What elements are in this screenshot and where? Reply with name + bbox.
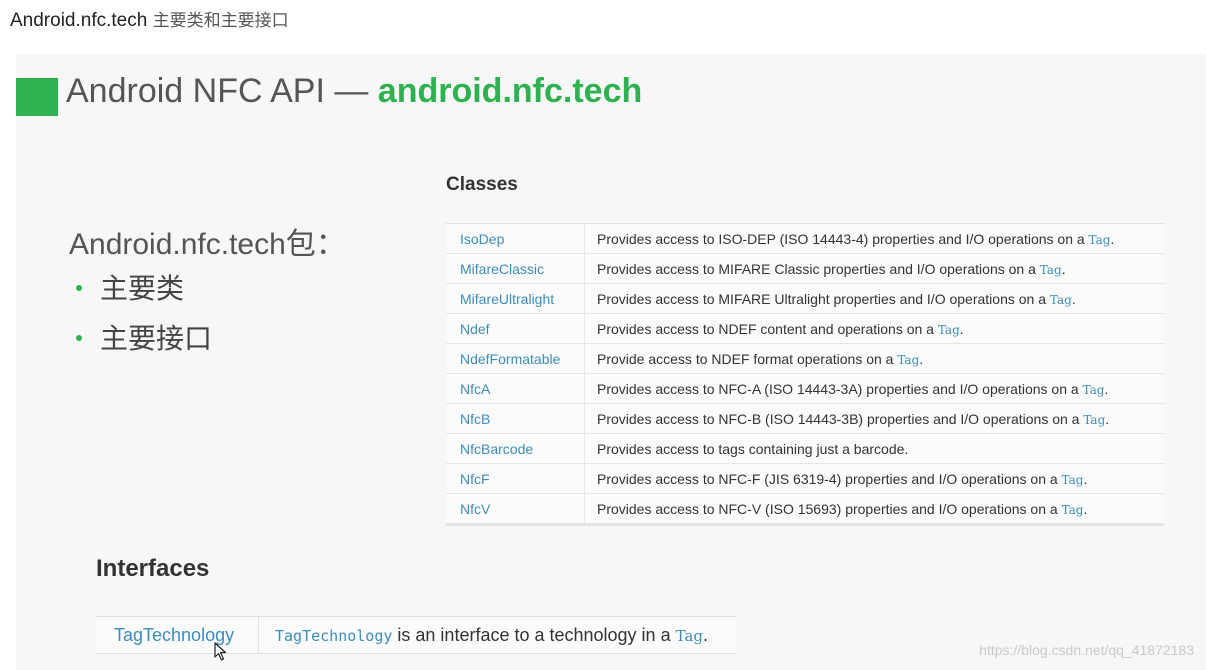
table-row: NfcB Provides access to NFC-B (ISO 14443-… bbox=[446, 403, 1164, 434]
article-heading: Android.nfc.tech 主要类和主要接口 bbox=[10, 6, 289, 32]
watermark: https://blog.csdn.net/qq_41872183 bbox=[979, 642, 1194, 658]
class-description-end: . bbox=[1104, 380, 1109, 397]
class-description: Provides access to MIFARE Ultralight pro… bbox=[584, 283, 1164, 314]
class-description-end: . bbox=[959, 320, 964, 337]
class-description: Provides access to MIFARE Classic proper… bbox=[584, 253, 1164, 284]
tag-link[interactable]: Tag bbox=[1083, 413, 1105, 427]
table-row: MifareUltralight Provides access to MIFAR… bbox=[446, 283, 1164, 314]
class-description-text: Provides access to MIFARE Ultralight pro… bbox=[597, 290, 1050, 307]
bullet-text: 主要接口 bbox=[100, 323, 213, 354]
slide-title-package: android.nfc.tech bbox=[377, 72, 643, 110]
tag-link[interactable]: Tag bbox=[1083, 383, 1105, 397]
interface-name-link[interactable]: TagTechnology bbox=[96, 616, 259, 654]
slide-title: Android NFC API — android.nfc.tech bbox=[66, 72, 642, 111]
class-description-end: . bbox=[1110, 230, 1115, 247]
class-description: Provides access to NFC-B (ISO 14443-3B) … bbox=[584, 403, 1164, 434]
class-description-text: Provides access to MIFARE Classic proper… bbox=[597, 260, 1040, 277]
table-row: NfcA Provides access to NFC-A (ISO 14443-… bbox=[446, 373, 1164, 404]
class-description-end: . bbox=[1105, 410, 1110, 427]
class-name-link[interactable]: NfcA bbox=[446, 373, 585, 404]
class-description-text: Provides access to tags containing just … bbox=[597, 440, 909, 457]
class-name-link[interactable]: NfcBarcode bbox=[446, 433, 585, 464]
article-heading-subtitle: 主要类和主要接口 bbox=[152, 11, 289, 31]
interface-description: TagTechnology is an interface to a techn… bbox=[259, 617, 737, 654]
tag-link[interactable]: Tag bbox=[1089, 233, 1111, 247]
table-row: Ndef Provides access to NDEF content and … bbox=[446, 313, 1164, 344]
class-description: Provides access to NFC-A (ISO 14443-3A) … bbox=[584, 373, 1164, 404]
class-description: Provides access to NDEF content and oper… bbox=[584, 313, 1164, 344]
class-name-link[interactable]: NfcB bbox=[446, 403, 585, 434]
tag-link[interactable]: Tag bbox=[1050, 293, 1072, 307]
class-description-text: Provide access to NDEF format operations… bbox=[597, 350, 898, 367]
bullet-dot-icon bbox=[76, 284, 82, 291]
class-name-link[interactable]: MifareClassic bbox=[446, 253, 585, 284]
tag-link[interactable]: Tag bbox=[676, 627, 703, 645]
class-name-link[interactable]: NfcF bbox=[446, 463, 585, 494]
interfaces-heading: Interfaces bbox=[96, 555, 210, 582]
table-row: IsoDep Provides access to ISO-DEP (ISO 14… bbox=[446, 223, 1164, 254]
class-description-end: . bbox=[1083, 500, 1088, 517]
class-description-text: Provides access to ISO-DEP (ISO 14443-4)… bbox=[597, 230, 1089, 247]
slide-image: Android NFC API — android.nfc.tech Andro… bbox=[16, 54, 1206, 670]
tag-link[interactable]: Tag bbox=[1062, 473, 1084, 487]
table-row: NfcBarcode Provides access to tags contai… bbox=[446, 433, 1164, 464]
mouse-pointer-icon bbox=[214, 642, 227, 661]
classes-table: IsoDep Provides access to ISO-DEP (ISO 14… bbox=[446, 223, 1164, 526]
bullet-text: 主要类 bbox=[100, 273, 185, 304]
class-description-end: . bbox=[919, 350, 924, 367]
class-description-text: Provides access to NFC-B (ISO 14443-3B) … bbox=[597, 410, 1084, 427]
table-row: NfcF Provides access to NFC-F (JIS 6319-4… bbox=[446, 463, 1164, 494]
interface-code-link[interactable]: TagTechnology bbox=[275, 627, 392, 645]
class-description: Provides access to NFC-F (JIS 6319-4) pr… bbox=[584, 463, 1164, 494]
package-heading: Android.nfc.tech包： bbox=[69, 228, 346, 261]
title-accent-block bbox=[16, 78, 58, 116]
slide-title-prefix: Android NFC API — bbox=[66, 72, 378, 110]
class-description-text: Provides access to NFC-A (ISO 14443-3A) … bbox=[597, 380, 1083, 397]
table-row: NdefFormatable Provide access to NDEF for… bbox=[446, 343, 1164, 374]
bullet-list: 主要类 主要接口 bbox=[76, 268, 212, 368]
interfaces-table: TagTechnology TagTechnology is an interf… bbox=[96, 616, 736, 654]
class-description-text: Provides access to NFC-F (JIS 6319-4) pr… bbox=[597, 470, 1062, 487]
class-name-link[interactable]: NfcV bbox=[446, 493, 585, 525]
tag-link[interactable]: Tag bbox=[1062, 503, 1084, 517]
class-name-link[interactable]: NdefFormatable bbox=[446, 343, 585, 374]
class-description: Provide access to NDEF format operations… bbox=[584, 343, 1164, 374]
bullet-item: 主要接口 bbox=[76, 318, 212, 368]
interface-description-end: . bbox=[702, 624, 708, 645]
class-name-link[interactable]: MifareUltralight bbox=[446, 283, 585, 314]
tag-link[interactable]: Tag bbox=[938, 323, 960, 337]
classes-heading: Classes bbox=[446, 174, 518, 195]
class-description-end: . bbox=[1061, 260, 1066, 277]
table-row: NfcV Provides access to NFC-V (ISO 15693)… bbox=[446, 493, 1164, 525]
class-description-text: Provides access to NDEF content and oper… bbox=[597, 320, 938, 337]
table-row: MifareClassic Provides access to MIFARE C… bbox=[446, 253, 1164, 284]
interface-description-text: is an interface to a technology in a bbox=[392, 624, 676, 645]
class-description-end: . bbox=[1083, 470, 1088, 487]
class-name-link[interactable]: IsoDep bbox=[446, 223, 585, 254]
article-heading-title: Android.nfc.tech bbox=[10, 10, 148, 31]
class-name-link[interactable]: Ndef bbox=[446, 313, 585, 344]
class-description: Provides access to NFC-V (ISO 15693) pro… bbox=[584, 493, 1164, 525]
tag-link[interactable]: Tag bbox=[1040, 263, 1062, 277]
bullet-item: 主要类 bbox=[76, 268, 212, 318]
tag-link[interactable]: Tag bbox=[897, 353, 919, 367]
class-description-end: . bbox=[1071, 290, 1076, 307]
class-description: Provides access to ISO-DEP (ISO 14443-4)… bbox=[584, 223, 1164, 254]
bullet-dot-icon bbox=[76, 334, 82, 341]
table-row: TagTechnology TagTechnology is an interf… bbox=[96, 616, 737, 654]
class-description-text: Provides access to NFC-V (ISO 15693) pro… bbox=[597, 500, 1062, 517]
class-description: Provides access to tags containing just … bbox=[584, 433, 1164, 464]
